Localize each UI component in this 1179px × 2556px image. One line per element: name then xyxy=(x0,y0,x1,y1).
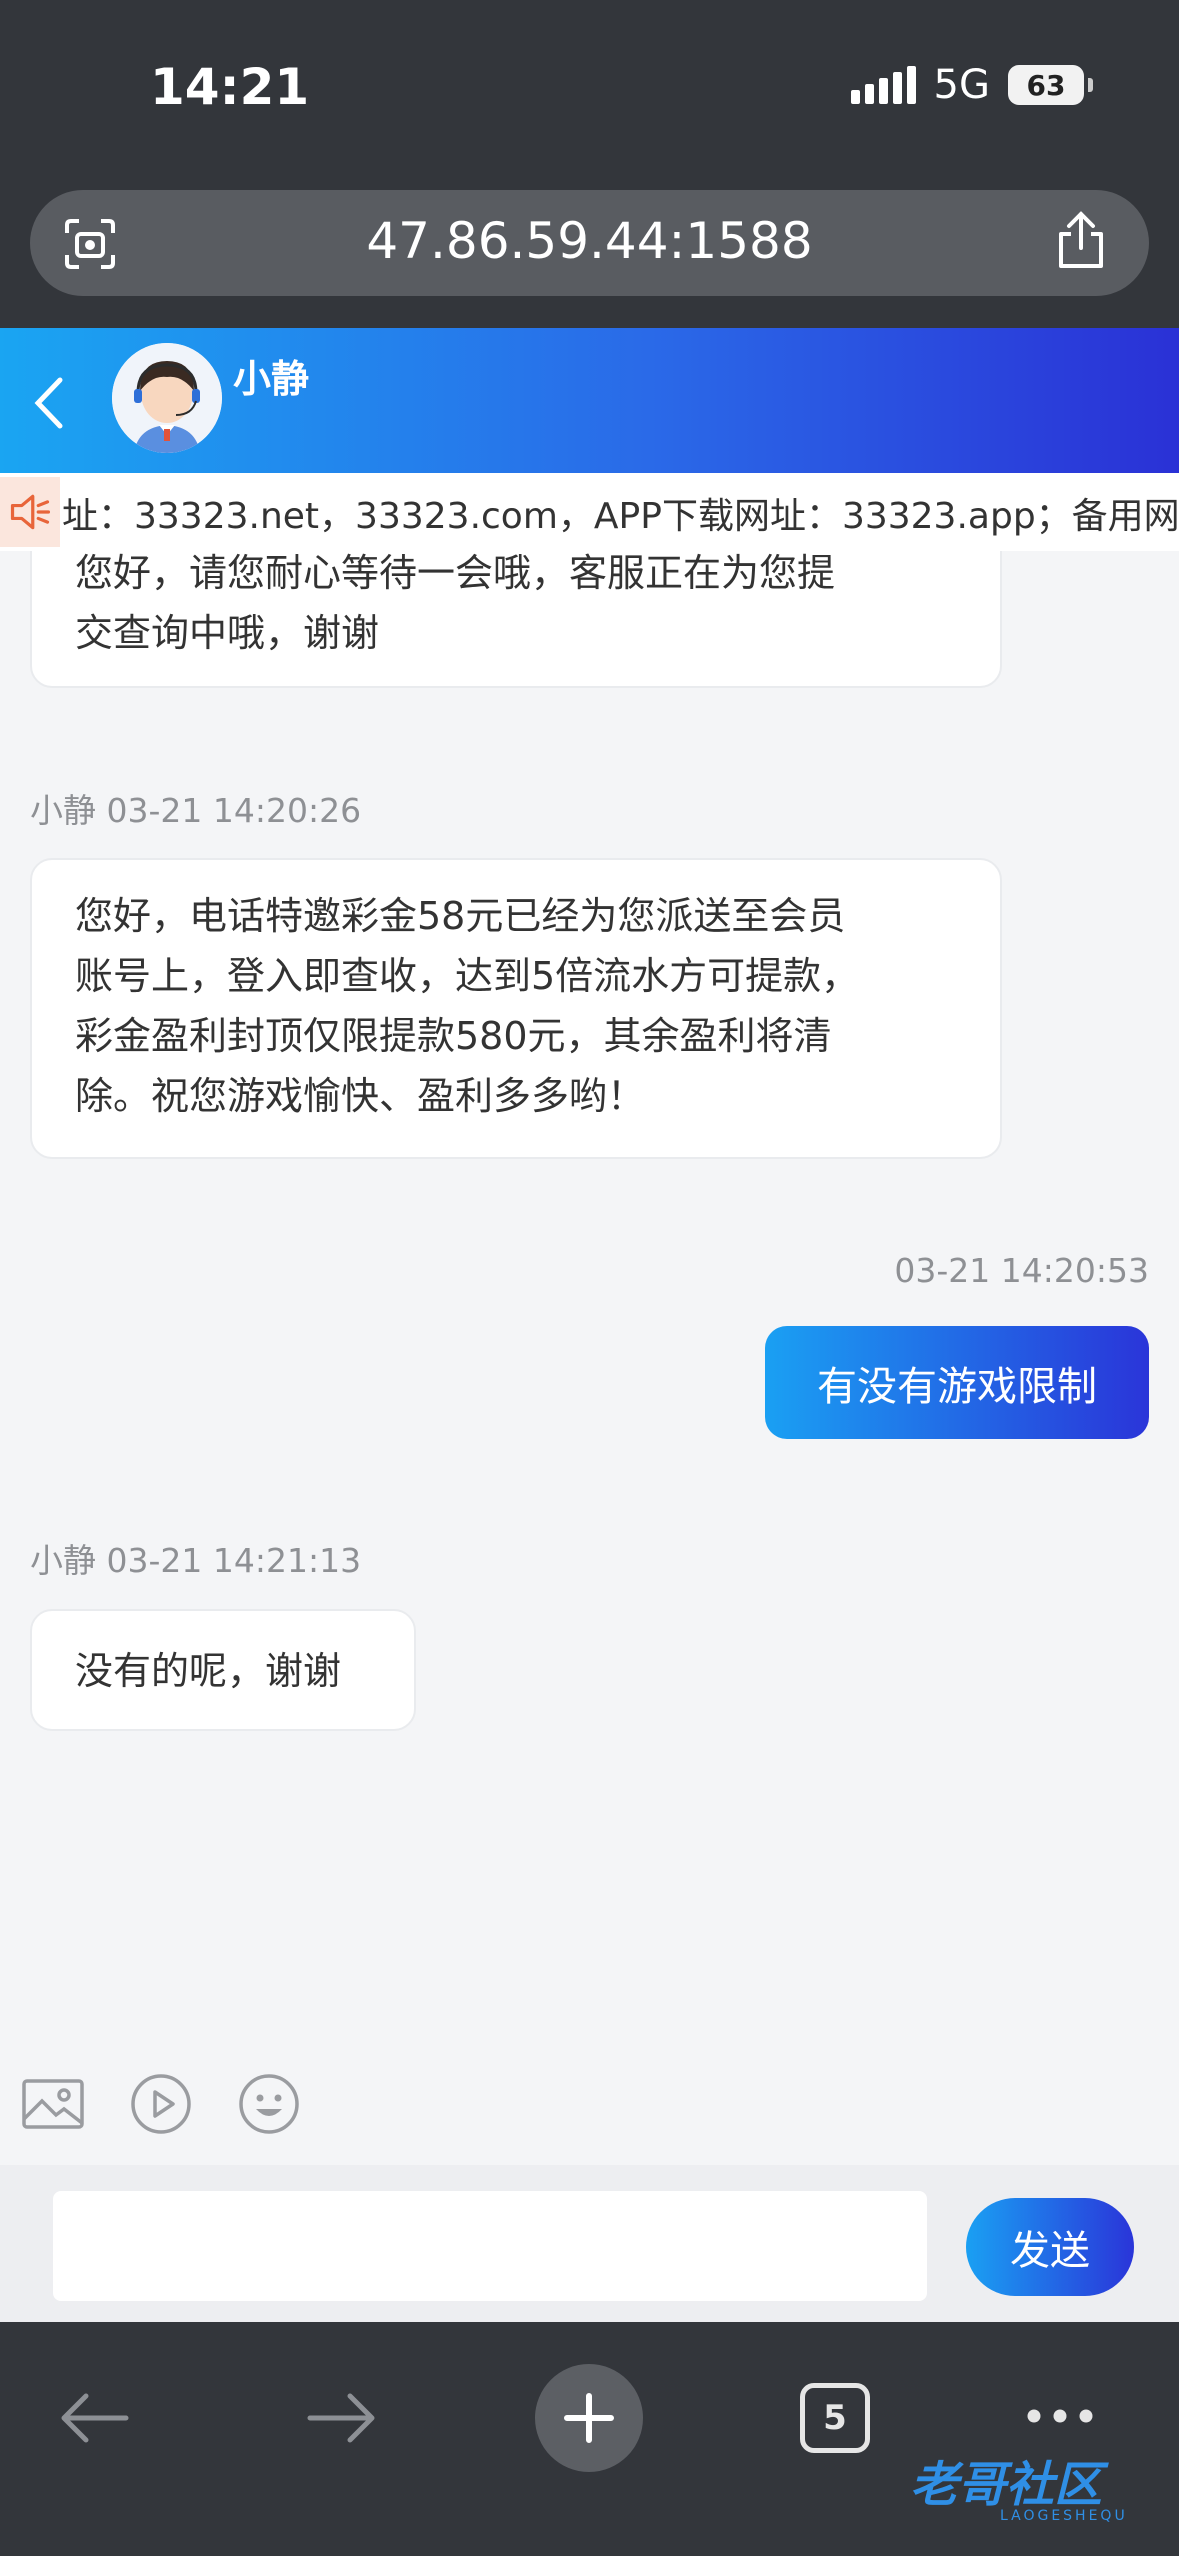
message-meta: 小静 03-21 14:21:13 xyxy=(30,1541,362,1580)
chat-toolbar xyxy=(0,2051,1179,2165)
message-bubble-incoming: 您好，电话特邀彩金58元已经为您派送至会员 账号上，登入即查收，达到5倍流水方可… xyxy=(30,858,1002,1159)
network-type: 5G xyxy=(933,62,990,108)
video-icon[interactable] xyxy=(128,2071,194,2137)
tab-switcher-button[interactable]: 5 xyxy=(800,2383,870,2453)
watermark-logo: 老哥社区 xyxy=(910,2457,1103,2513)
url-text[interactable]: 47.86.59.44:1588 xyxy=(30,212,1149,270)
emoji-icon[interactable] xyxy=(236,2071,302,2137)
tab-count: 5 xyxy=(823,2398,847,2438)
agent-name: 小静 xyxy=(233,357,310,401)
message-line: 没有的呢，谢谢 xyxy=(75,1649,342,1693)
message-line: 您好，电话特邀彩金58元已经为您派送至会员 xyxy=(75,894,846,938)
message-line: 彩金盈利封顶仅限提款580元，其余盈利将清 xyxy=(75,1014,832,1058)
signal-icon xyxy=(850,66,916,104)
announcement-marquee: 址：33323.net，33323.com，APP下载网址：33323.app；… xyxy=(0,473,1179,551)
message-line: 交查询中哦，谢谢 xyxy=(75,611,380,655)
battery-level: 63 xyxy=(1026,68,1066,102)
message-line: 账号上，登入即查收，达到5倍流水方可提款， xyxy=(75,954,860,998)
image-icon[interactable] xyxy=(20,2071,86,2137)
agent-avatar xyxy=(112,343,222,453)
message-bubble-incoming: 没有的呢，谢谢 xyxy=(30,1609,416,1731)
arrow-right-icon[interactable] xyxy=(304,2388,380,2448)
message-line: 除。祝您游戏愉快、盈利多多哟！ xyxy=(75,1074,646,1118)
share-icon[interactable] xyxy=(1053,210,1109,270)
browser-chrome-top: 14:21 5G 63 47.86.59.44:1588 xyxy=(0,0,1179,328)
status-indicators: 5G 63 xyxy=(850,62,1093,108)
new-tab-button[interactable] xyxy=(535,2364,643,2472)
back-arrow-icon[interactable] xyxy=(20,368,80,438)
watermark-subtext: LAOGESHEQU xyxy=(1000,2508,1128,2524)
chat-header: 小静 xyxy=(0,328,1179,473)
battery-icon: 63 xyxy=(1008,65,1093,105)
message-bubble-incoming: 您好，请您耐心等待一会哦，客服正在为您提 交查询中哦，谢谢 xyxy=(30,551,1002,688)
status-time: 14:21 xyxy=(150,58,310,116)
address-bar[interactable]: 47.86.59.44:1588 xyxy=(30,190,1149,296)
message-meta: 03-21 14:20:53 xyxy=(894,1251,1149,1290)
speaker-icon xyxy=(0,477,60,547)
announcement-text: 址：33323.net，33323.com，APP下载网址：33323.app；… xyxy=(62,496,1179,537)
arrow-left-icon[interactable] xyxy=(56,2388,132,2448)
composer: 发送 xyxy=(0,2165,1179,2322)
message-input[interactable] xyxy=(53,2191,927,2301)
message-text: 有没有游戏限制 xyxy=(817,1363,1097,1410)
message-bubble-outgoing: 有没有游戏限制 xyxy=(765,1326,1149,1439)
message-line: 您好，请您耐心等待一会哦，客服正在为您提 xyxy=(75,551,836,595)
more-icon[interactable] xyxy=(1024,2402,1096,2430)
message-meta: 小静 03-21 14:20:26 xyxy=(30,791,362,830)
send-button[interactable]: 发送 xyxy=(966,2198,1134,2296)
chat-messages: 您好，请您耐心等待一会哦，客服正在为您提 交查询中哦，谢谢 小静 03-21 1… xyxy=(0,551,1179,2051)
plus-icon xyxy=(564,2393,614,2443)
